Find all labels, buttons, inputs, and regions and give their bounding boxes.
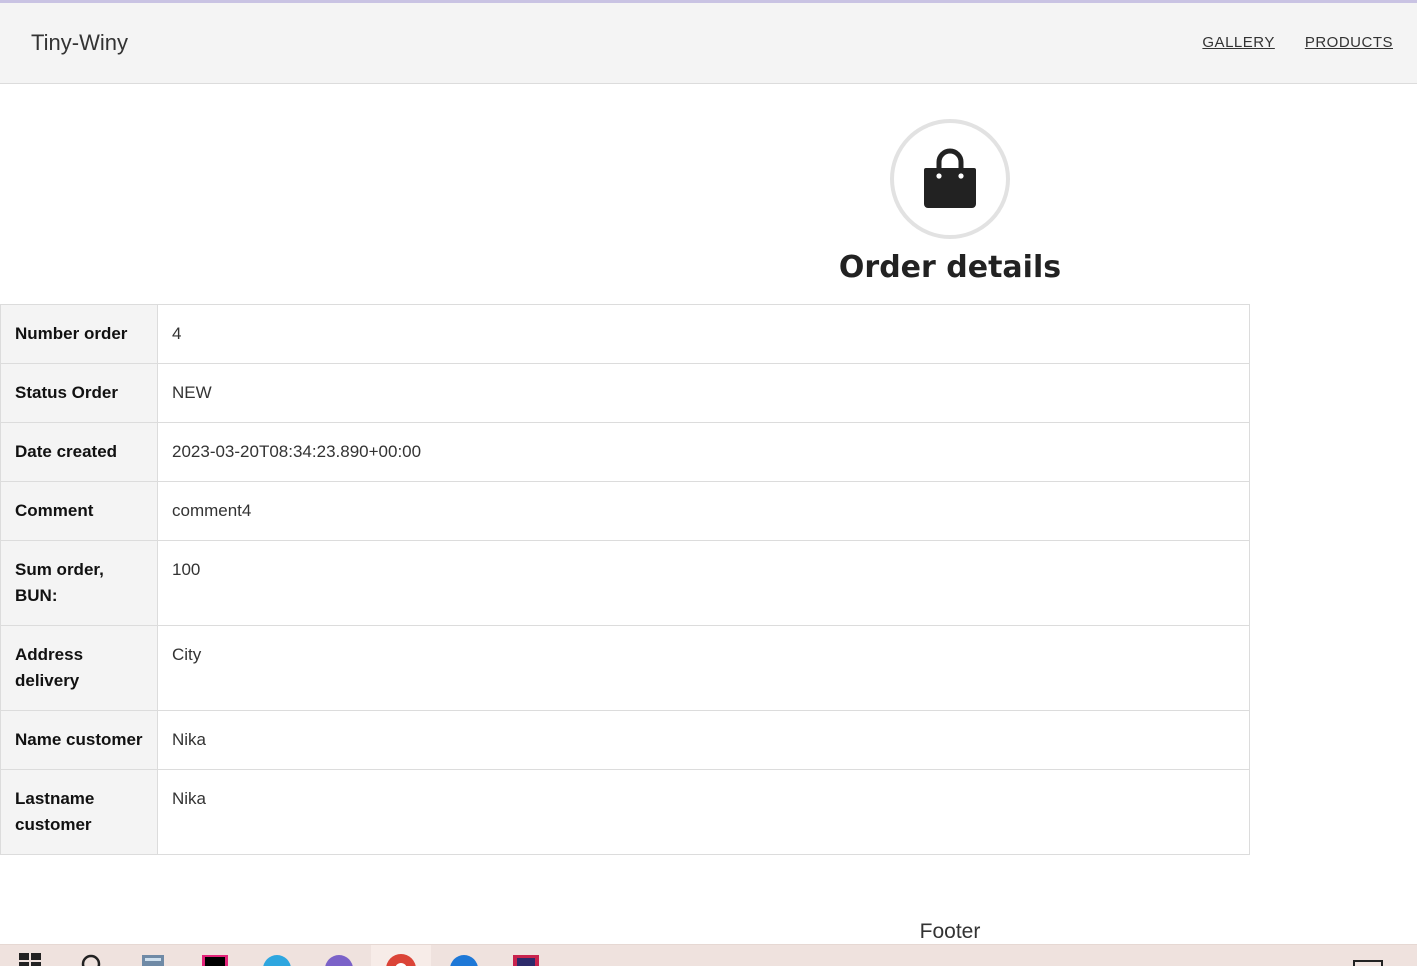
nav-gallery-link[interactable]: GALLERY bbox=[1202, 34, 1274, 51]
row-label: Comment bbox=[0, 481, 158, 541]
row-value: 100 bbox=[157, 540, 1250, 626]
app-icon[interactable] bbox=[434, 945, 494, 966]
table-row: Sum order, BUN: 100 bbox=[0, 540, 1250, 626]
viber-icon[interactable] bbox=[309, 945, 369, 966]
table-row: Comment comment4 bbox=[0, 481, 1250, 541]
footer-text: Footer bbox=[919, 920, 981, 943]
search-icon[interactable] bbox=[62, 945, 122, 966]
table-row: Lastname customer Nika bbox=[0, 769, 1250, 855]
order-details-table: Number order 4 Status Order NEW Date cre… bbox=[0, 304, 1250, 855]
nav-products-link[interactable]: PRODUCTS bbox=[1305, 34, 1393, 51]
order-icon-circle bbox=[890, 119, 1010, 239]
page-title: Order details bbox=[838, 250, 1062, 285]
brand-link[interactable]: Tiny-Winy bbox=[31, 30, 128, 56]
table-row: Date created 2023-03-20T08:34:23.890+00:… bbox=[0, 422, 1250, 482]
intellij-icon[interactable] bbox=[185, 945, 245, 966]
table-row: Address delivery City bbox=[0, 625, 1250, 711]
table-row: Number order 4 bbox=[0, 304, 1250, 364]
calculator-icon[interactable] bbox=[123, 945, 183, 966]
table-row: Status Order NEW bbox=[0, 363, 1250, 423]
nav-links: GALLERY PRODUCTS bbox=[1202, 34, 1393, 51]
notification-icon[interactable] bbox=[1338, 945, 1398, 966]
row-value: 2023-03-20T08:34:23.890+00:00 bbox=[157, 422, 1250, 482]
row-label: Lastname customer bbox=[0, 769, 158, 855]
row-value: City bbox=[157, 625, 1250, 711]
chrome-icon[interactable] bbox=[371, 945, 431, 966]
row-label: Number order bbox=[0, 304, 158, 364]
shopping-bag-icon bbox=[924, 148, 976, 208]
row-label: Address delivery bbox=[0, 625, 158, 711]
os-taskbar bbox=[0, 944, 1417, 966]
app-icon[interactable] bbox=[496, 945, 556, 966]
row-value: 4 bbox=[157, 304, 1250, 364]
row-value: NEW bbox=[157, 363, 1250, 423]
row-label: Status Order bbox=[0, 363, 158, 423]
row-value: Nika bbox=[157, 769, 1250, 855]
row-value: Nika bbox=[157, 710, 1250, 770]
windows-start-icon[interactable] bbox=[0, 945, 60, 966]
table-row: Name customer Nika bbox=[0, 710, 1250, 770]
navbar: Tiny-Winy GALLERY PRODUCTS bbox=[0, 3, 1417, 84]
row-value: comment4 bbox=[157, 481, 1250, 541]
telegram-icon[interactable] bbox=[247, 945, 307, 966]
row-label: Name customer bbox=[0, 710, 158, 770]
row-label: Date created bbox=[0, 422, 158, 482]
row-label: Sum order, BUN: bbox=[0, 540, 158, 626]
